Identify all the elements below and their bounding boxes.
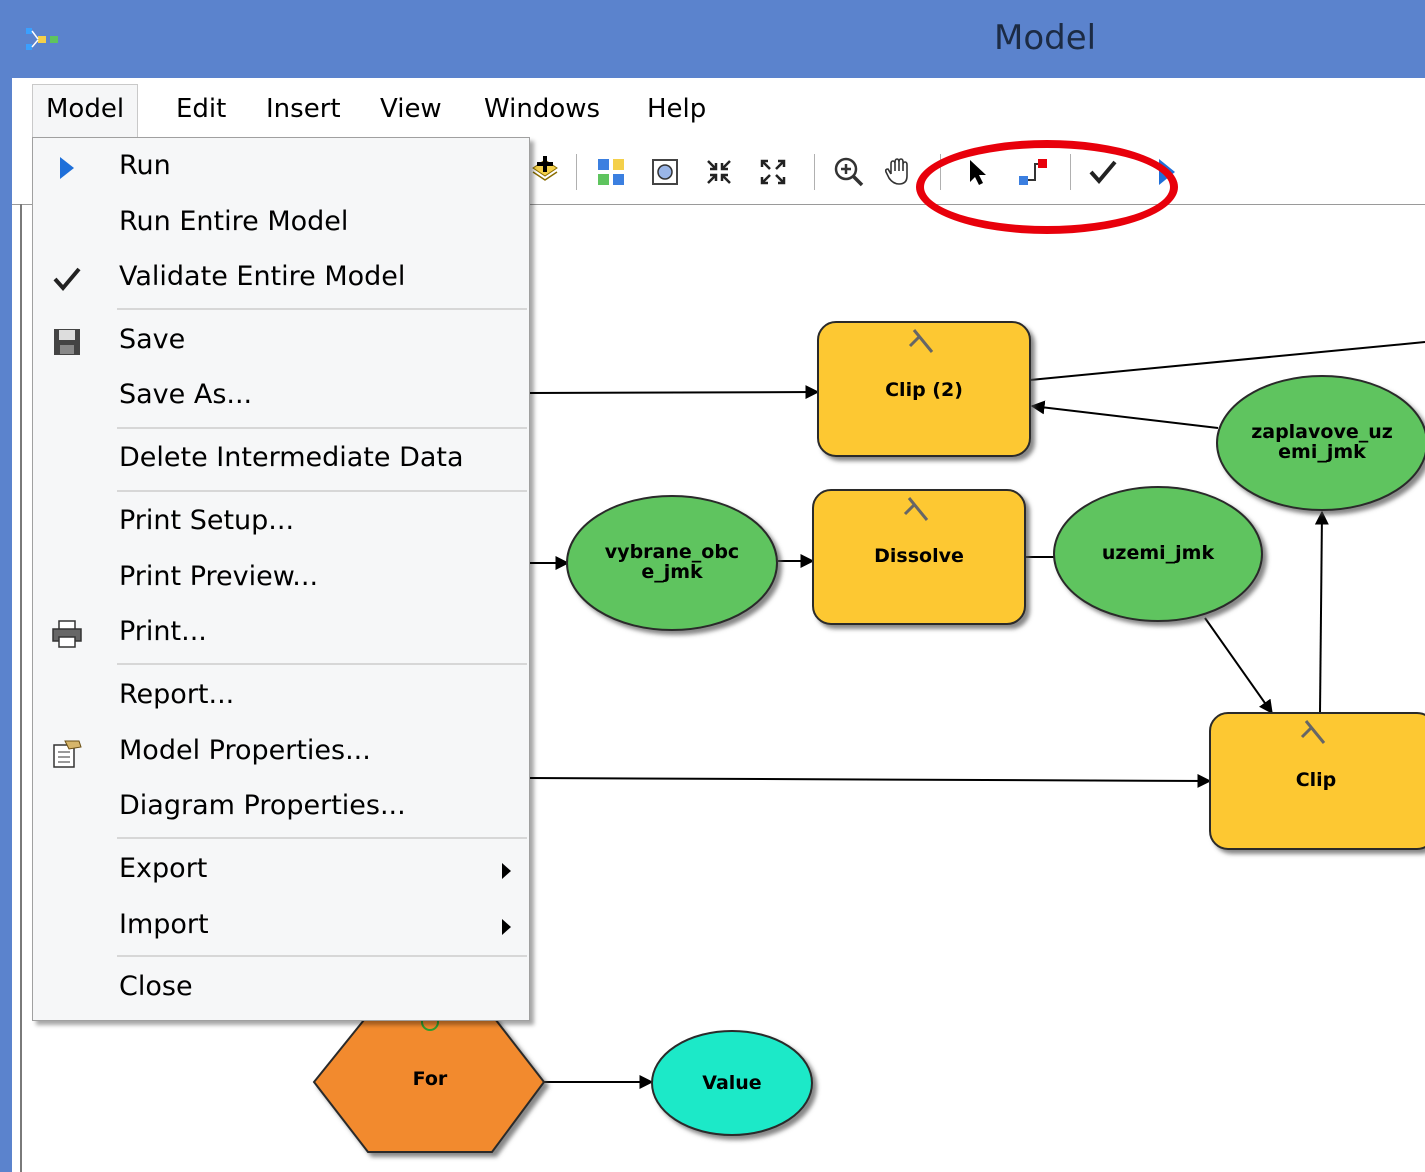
menu-item-label: Export <box>119 853 208 884</box>
menu-item-label: Close <box>119 971 193 1002</box>
menu-item-delete-intermediate-data[interactable]: Delete Intermediate Data <box>33 434 529 486</box>
menu-item-export[interactable]: Export <box>33 845 529 897</box>
data-node-zaplavove-uzemi-jmk[interactable]: zaplavove_uz emi_jmk <box>1216 375 1425 511</box>
connector <box>1029 341 1425 381</box>
menu-item-label: Print Setup... <box>119 505 295 536</box>
connector <box>1204 617 1273 715</box>
menu-item-close[interactable]: Close <box>33 963 529 1015</box>
menu-item-label: Validate Entire Model <box>119 261 406 292</box>
node-label: uzemi_jmk <box>1102 542 1215 564</box>
connector <box>1314 510 1329 714</box>
menu-item-run-entire-model[interactable]: Run Entire Model <box>33 198 529 250</box>
connector <box>527 385 820 400</box>
menu-item-report[interactable]: Report... <box>33 671 529 723</box>
node-label: Clip (2) <box>885 379 963 401</box>
connector <box>527 773 1212 788</box>
menu-item-label: Import <box>119 909 209 940</box>
iterator-node-for[interactable]: For <box>312 1013 546 1153</box>
submenu-arrow-icon <box>502 919 511 935</box>
menu-item-label: Save <box>119 324 186 355</box>
menu-item-import[interactable]: Import <box>33 901 529 953</box>
menu-item-label: Print Preview... <box>119 561 319 592</box>
node-label: Dissolve <box>874 545 964 567</box>
menu-item-label: Run Entire Model <box>119 206 349 237</box>
menu-item-save[interactable]: Save <box>33 316 529 368</box>
menu-item-label: Diagram Properties... <box>119 790 406 821</box>
menu-item-diagram-properties[interactable]: Diagram Properties... <box>33 782 529 834</box>
tool-node-clip[interactable]: Clip <box>1209 712 1425 850</box>
check-icon <box>49 261 85 297</box>
node-label: Clip <box>1296 769 1337 791</box>
variable-node-value[interactable]: Value <box>651 1030 813 1136</box>
menu-item-print[interactable]: Print... <box>33 608 529 660</box>
node-label: e_jmk <box>641 561 703 583</box>
menu-item-label: Model Properties... <box>119 735 371 766</box>
printer-icon <box>49 616 85 652</box>
menu-item-validate-entire-model[interactable]: Validate Entire Model <box>33 253 529 305</box>
data-node-vybrane-obce-jmk[interactable]: vybrane_obc e_jmk <box>566 495 778 631</box>
model-dropdown-menu: Run Run Entire Model Validate Entire Mod… <box>32 137 530 1021</box>
menu-item-label: Save As... <box>119 379 253 410</box>
node-label: zaplavove_uz <box>1251 421 1393 443</box>
menu-item-label: Print... <box>119 616 207 647</box>
menu-item-save-as[interactable]: Save As... <box>33 371 529 423</box>
properties-icon <box>49 735 85 771</box>
menu-item-label: Report... <box>119 679 235 710</box>
run-icon <box>49 150 85 186</box>
menu-item-run[interactable]: Run <box>33 142 529 194</box>
tool-node-clip-2[interactable]: Clip (2) <box>817 321 1031 457</box>
node-label: Value <box>702 1072 761 1094</box>
data-node-uzemi-jmk[interactable]: uzemi_jmk <box>1053 486 1263 622</box>
save-icon <box>49 324 85 360</box>
submenu-arrow-icon <box>502 863 511 879</box>
menu-item-label: Run <box>119 150 171 181</box>
tool-node-dissolve[interactable]: Dissolve <box>812 489 1026 625</box>
menu-item-label: Delete Intermediate Data <box>119 442 464 473</box>
menu-item-print-preview[interactable]: Print Preview... <box>33 553 529 605</box>
node-label: For <box>413 1068 448 1090</box>
node-label: emi_jmk <box>1278 441 1366 463</box>
node-label: vybrane_obc <box>605 541 739 563</box>
menu-item-model-properties[interactable]: Model Properties... <box>33 727 529 779</box>
menu-item-print-setup[interactable]: Print Setup... <box>33 497 529 549</box>
connector <box>1030 400 1219 429</box>
